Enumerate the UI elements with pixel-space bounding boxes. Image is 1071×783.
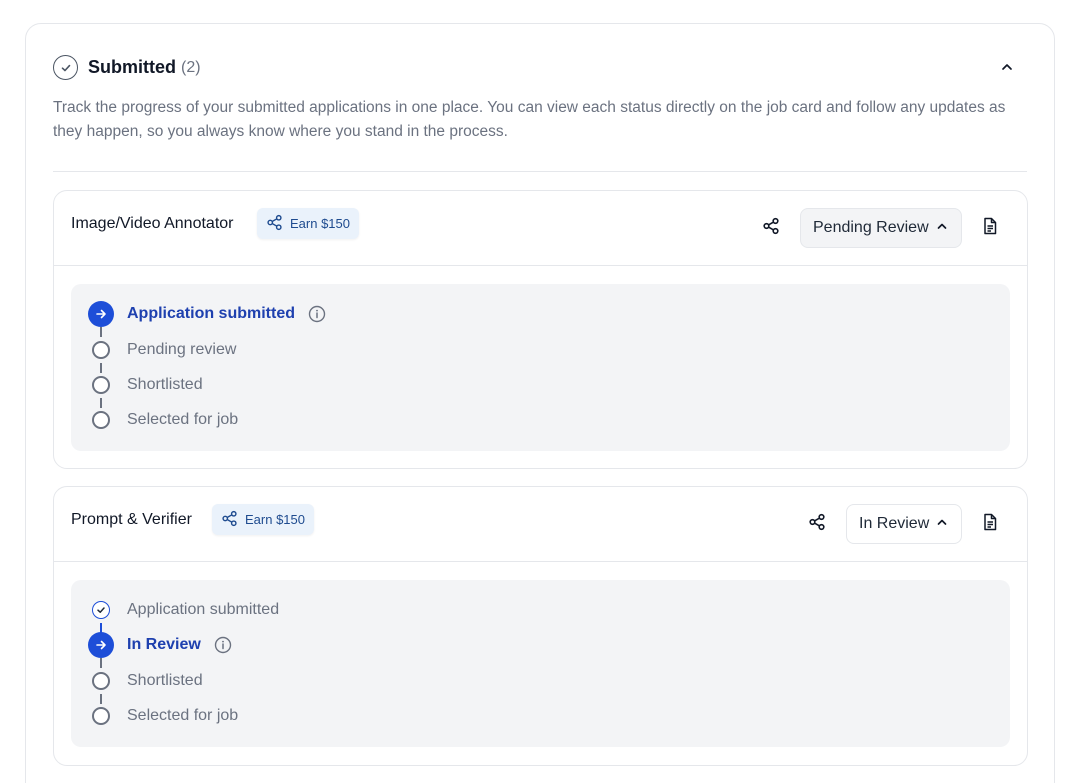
status-label: Pending Review	[813, 219, 929, 236]
timeline-step: Shortlisted	[88, 668, 203, 694]
empty-circle-icon	[92, 707, 110, 725]
status-dropdown[interactable]: In Review	[846, 504, 962, 544]
status-timeline: Application submitted Pending review Sho…	[71, 284, 1010, 451]
empty-circle-icon	[92, 672, 110, 690]
timeline-step: In Review	[88, 632, 232, 658]
status-timeline: Application submitted In Review Shortlis…	[71, 580, 1010, 747]
info-icon[interactable]	[308, 305, 326, 323]
timeline-connector	[100, 327, 102, 337]
chevron-up-icon	[929, 219, 948, 237]
share-nodes-icon	[266, 214, 290, 234]
submitted-panel: Submitted (2) Track the progress of your…	[25, 23, 1055, 783]
earn-badge[interactable]: Earn $150	[212, 504, 314, 535]
step-label: In Review	[127, 636, 201, 653]
timeline-step: Selected for job	[88, 407, 238, 433]
chevron-up-icon	[929, 515, 948, 533]
share-button[interactable]	[806, 513, 828, 535]
timeline-step: Pending review	[88, 337, 236, 363]
divider	[53, 171, 1027, 172]
job-card-header: Prompt & Verifier Earn $150 In Review	[54, 487, 1027, 562]
timeline-step: Application submitted	[88, 301, 326, 327]
job-card: Prompt & Verifier Earn $150 In Review Ap…	[53, 486, 1028, 766]
document-icon	[982, 513, 998, 536]
status-label: In Review	[859, 515, 930, 532]
panel-title: Submitted	[88, 57, 176, 77]
arrow-right-icon	[88, 632, 114, 658]
document-button[interactable]	[980, 513, 1000, 536]
document-button[interactable]	[980, 217, 1000, 240]
arrow-right-icon	[88, 301, 114, 327]
step-label: Shortlisted	[127, 672, 203, 689]
share-icon	[762, 217, 780, 240]
timeline-step: Application submitted	[88, 597, 279, 623]
step-label: Application submitted	[127, 305, 295, 322]
step-label: Shortlisted	[127, 376, 203, 393]
chevron-up-icon	[1000, 60, 1014, 79]
empty-circle-icon	[92, 376, 110, 394]
step-label: Selected for job	[127, 411, 239, 428]
step-label: Application submitted	[127, 601, 280, 618]
job-card-header: Image/Video Annotator Earn $150 Pending …	[54, 191, 1027, 266]
step-label: Pending review	[127, 341, 237, 358]
info-icon[interactable]	[214, 636, 232, 654]
collapse-button[interactable]	[996, 58, 1018, 80]
share-nodes-icon	[221, 510, 245, 530]
timeline-step: Selected for job	[88, 703, 238, 729]
panel-description: Track the progress of your submitted app…	[53, 99, 1006, 140]
check-circle-icon	[92, 601, 110, 619]
job-title: Image/Video Annotator	[71, 215, 234, 232]
empty-circle-icon	[92, 411, 110, 429]
earn-label: Earn $150	[245, 512, 305, 527]
earn-badge[interactable]: Earn $150	[257, 208, 359, 239]
document-icon	[982, 217, 998, 240]
job-card: Image/Video Annotator Earn $150 Pending …	[53, 190, 1028, 469]
timeline-connector	[100, 658, 102, 668]
status-dropdown[interactable]: Pending Review	[800, 208, 962, 248]
timeline-step: Shortlisted	[88, 372, 203, 398]
empty-circle-icon	[92, 341, 110, 359]
earn-label: Earn $150	[290, 216, 350, 231]
share-button[interactable]	[760, 217, 782, 239]
panel-header: Submitted (2)	[53, 55, 201, 80]
step-label: Selected for job	[127, 707, 239, 724]
share-icon	[808, 513, 826, 536]
panel-count: (2)	[181, 58, 201, 76]
job-title: Prompt & Verifier	[71, 511, 192, 528]
check-circle-icon	[53, 55, 78, 80]
